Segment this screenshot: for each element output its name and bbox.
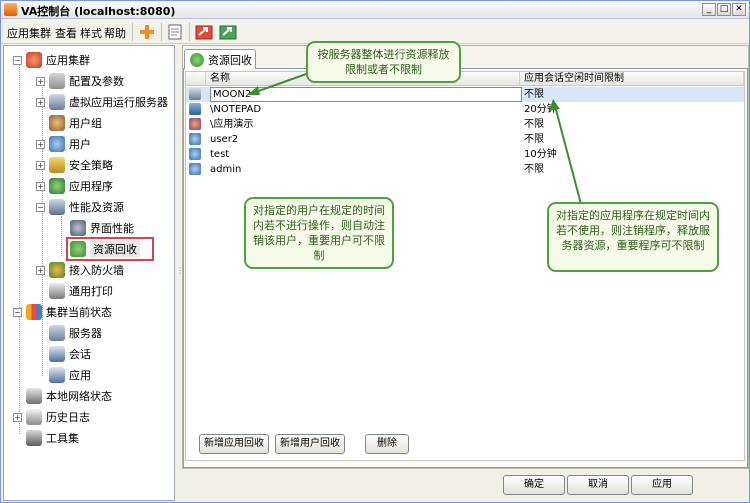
server-icon [49, 325, 65, 341]
expand-icon[interactable]: + [36, 97, 45, 107]
delete-button[interactable]: 删除 [365, 434, 409, 454]
recycle-icon [190, 52, 204, 67]
add-user-recovery-button[interactable]: 新增用户回收 [275, 434, 345, 454]
tab-label: 资源回收 [208, 53, 252, 67]
app-icon [189, 118, 201, 130]
callout-arrow [549, 99, 582, 205]
maximize-button[interactable]: □ [717, 3, 731, 16]
tree-item-network-status[interactable]: 本地网络状态 [26, 387, 112, 405]
expand-icon[interactable]: + [36, 160, 45, 170]
expand-icon[interactable]: + [36, 76, 45, 86]
app-icon [189, 103, 201, 115]
gear-icon [49, 73, 65, 89]
expand-icon[interactable]: + [36, 265, 45, 275]
log-icon [26, 409, 42, 425]
tree-root-app-cluster[interactable]: − 应用集群 [13, 51, 90, 69]
server-icon [189, 88, 201, 100]
cluster-icon [26, 52, 42, 68]
tree-item-config[interactable]: + 配置及参数 [36, 72, 124, 90]
performance-icon [49, 199, 65, 215]
tree-item-performance[interactable]: − 性能及资源 [36, 198, 124, 216]
server-icon [49, 94, 65, 110]
document-icon[interactable] [165, 23, 185, 41]
expand-icon[interactable]: + [36, 139, 45, 149]
user-icon [189, 163, 201, 175]
add-icon[interactable] [137, 23, 157, 41]
expand-icon[interactable]: + [36, 181, 45, 191]
tree-item-applications[interactable]: + 应用程序 [36, 177, 113, 195]
table-row[interactable]: user2 不限 [186, 132, 744, 147]
session-icon [49, 346, 65, 362]
tree-item-sessions[interactable]: 会话 [49, 345, 91, 363]
menu-view[interactable]: 查看 [55, 25, 77, 41]
callout-server-limit: 按服务器整体进行资源释放限制或者不限制 [306, 41, 461, 83]
table-row[interactable]: admin 不限 [186, 162, 744, 177]
toolbar-separator [132, 23, 133, 41]
toolbar-separator [189, 23, 190, 41]
menu-help[interactable]: 帮助 [104, 25, 126, 41]
expand-icon[interactable]: + [13, 412, 22, 422]
tree-item-cluster-status[interactable]: − 集群当前状态 [13, 303, 112, 321]
printer-icon [49, 283, 65, 299]
export-icon[interactable] [194, 23, 214, 41]
highlight-box [66, 237, 154, 261]
tree-item-tools[interactable]: 工具集 [26, 429, 79, 447]
tree-item-virtual-servers[interactable]: + 虚拟应用运行服务器 [36, 93, 168, 111]
bar-chart-icon [26, 304, 42, 320]
tree-item-servers[interactable]: 服务器 [49, 324, 102, 342]
header-idle-limit[interactable]: 应用会话空闲时间限制 [520, 72, 744, 86]
apply-button[interactable]: 应用 [631, 475, 693, 495]
collapse-icon[interactable]: − [36, 202, 45, 212]
callout-user-limit: 对指定的用户在规定的时间内若不进行操作，则自动注销该用户，重要用户可不限制 [244, 197, 394, 269]
tree-item-security[interactable]: + 安全策略 [36, 156, 113, 174]
collapse-icon[interactable]: − [13, 55, 22, 65]
window-title: VA控制台 (localhost:8080) [21, 5, 176, 18]
add-app-recovery-button[interactable]: 新增应用回收 [199, 434, 269, 454]
callout-app-limit: 对指定的应用程序在规定时间内若不使用，则注销程序，释放服务器资源，重要程序可不限… [547, 202, 719, 272]
tree-item-apps[interactable]: 应用 [49, 366, 91, 384]
close-button[interactable]: ✕ [732, 3, 746, 16]
network-icon [26, 388, 42, 404]
ok-button[interactable]: 确定 [503, 475, 565, 495]
collapse-icon[interactable]: − [13, 307, 22, 317]
tree-item-users[interactable]: + 用户 [36, 135, 91, 153]
tree-item-printing[interactable]: 通用打印 [49, 282, 113, 300]
menu-style[interactable]: 样式 [80, 25, 102, 41]
tree-item-firewall[interactable]: + 接入防火墙 [36, 261, 124, 279]
menu-app-cluster[interactable]: 应用集群 [7, 25, 51, 41]
application-icon [49, 178, 65, 194]
app-icon [4, 3, 17, 16]
title-bar[interactable]: VA控制台 (localhost:8080) _ □ ✕ [1, 1, 749, 19]
tree-item-history-log[interactable]: + 历史日志 [13, 408, 90, 426]
firewall-icon [49, 262, 65, 278]
user-icon [49, 136, 65, 152]
toolbar-separator [161, 23, 162, 41]
header-icon-column [186, 72, 206, 86]
tree-item-ui-performance[interactable]: 界面性能 [70, 219, 134, 237]
user-icon [189, 133, 201, 145]
tab-resource-recovery[interactable]: 资源回收 [184, 49, 256, 69]
tree-item-user-groups[interactable]: 用户组 [49, 114, 102, 132]
refresh-icon[interactable] [218, 23, 238, 41]
table-row[interactable]: test 10分钟 [186, 147, 744, 162]
table-row[interactable]: \应用演示 不限 [186, 117, 744, 132]
app-window-icon [49, 367, 65, 383]
user-group-icon [49, 115, 65, 131]
tools-icon [26, 430, 42, 446]
main-window: VA控制台 (localhost:8080) _ □ ✕ 应用集群 查看 样式 … [0, 0, 750, 503]
table-row[interactable]: \NOTEPAD 20分钟 [186, 102, 744, 117]
navigation-tree: − 应用集群 + 配置及参数 + 虚拟应用运行服务器 用户组 + 用户 + 安全… [3, 45, 175, 501]
user-icon [189, 148, 201, 160]
splitter-handle[interactable]: ⋮ [176, 266, 184, 280]
lock-icon [49, 157, 65, 173]
minimize-button[interactable]: _ [702, 3, 716, 16]
gauge-icon [70, 220, 86, 236]
cancel-button[interactable]: 取消 [567, 475, 629, 495]
